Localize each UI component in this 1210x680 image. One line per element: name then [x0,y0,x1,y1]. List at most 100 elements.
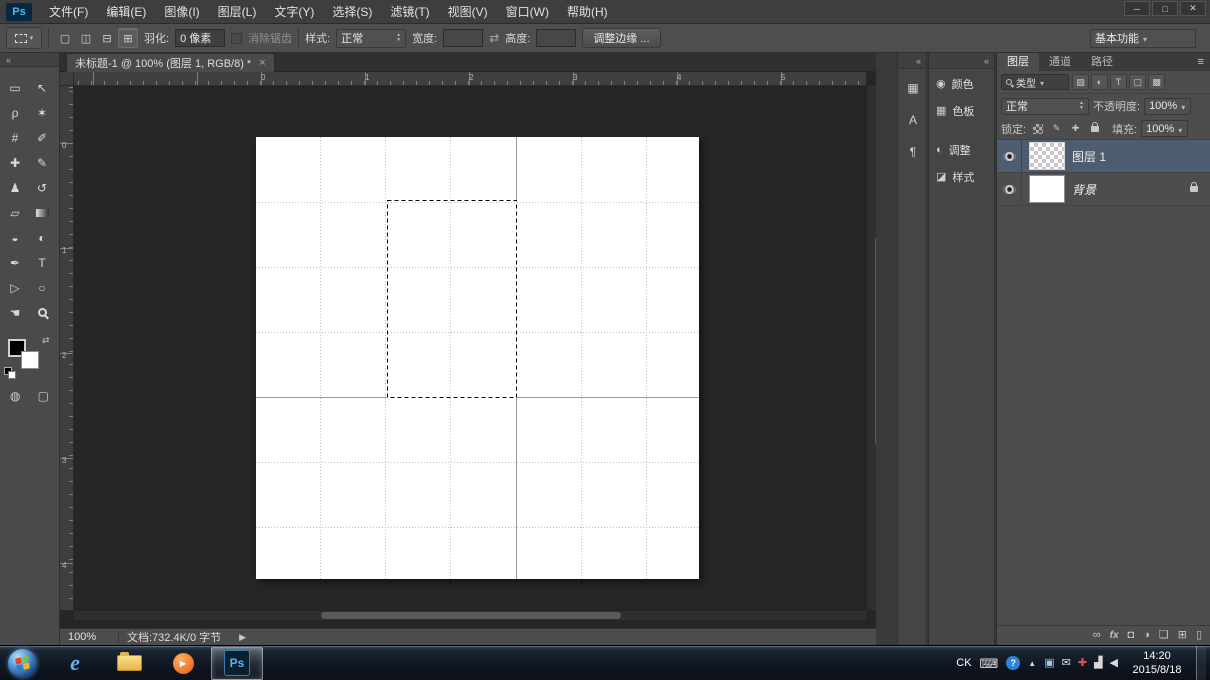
menu-item[interactable]: 图层(L) [209,0,266,24]
new-selection-button[interactable]: ▢ [55,28,75,48]
volume-tray-icon[interactable]: ◀ [1110,658,1118,669]
collapse-panels-button[interactable]: « [898,53,926,69]
zoom-tool[interactable] [29,300,56,325]
menu-item[interactable]: 帮助(H) [558,0,617,24]
menu-item[interactable]: 选择(S) [323,0,381,24]
taskbar-clock[interactable]: 14:20 2015/8/18 [1126,649,1188,678]
panel-tab[interactable]: 通道 [1039,53,1081,71]
canvas-viewport[interactable] [74,86,866,610]
photoshop-taskbar-button[interactable]: Ps [211,647,263,680]
lock-position-button[interactable]: ✚ [1068,121,1083,136]
file-explorer-button[interactable] [103,647,155,680]
toolbar-collapse-button[interactable]: « [0,53,59,67]
zoom-level[interactable]: 100% [68,631,110,643]
add-to-selection-button[interactable]: ◫ [76,28,96,48]
eyedropper-tool[interactable]: ✐ [29,125,56,150]
visibility-toggle[interactable] [997,173,1022,206]
ellipse-tool[interactable]: ○ [29,275,56,300]
internet-explorer-button[interactable]: e [49,647,101,680]
style-dropdown[interactable]: 正常 [336,29,406,48]
input-method-indicator[interactable]: CK [956,657,971,669]
type-tool[interactable]: T [29,250,56,275]
menu-item[interactable]: 文件(F) [40,0,97,24]
filter-type-dropdown[interactable]: 类型 [1001,74,1069,90]
panel-tab[interactable]: 路径 [1081,53,1123,71]
pen-tool[interactable]: ✒ [2,250,29,275]
styles-panel-button[interactable]: ◪ 样式 [929,164,994,189]
adjustment-layer-icon[interactable]: ◑ [1143,630,1150,641]
minimize-button[interactable]: ─ [1124,1,1150,16]
background-color-swatch[interactable] [21,351,39,369]
history-brush-tool[interactable]: ↺ [29,175,56,200]
new-group-icon[interactable]: ❏ [1159,630,1169,641]
filter-type-layers-icon[interactable]: T [1110,74,1127,90]
quick-mask-button[interactable]: ◍ [10,389,20,403]
adjustments-panel-button[interactable]: ◐ 调整 [929,137,994,162]
filter-pixel-layers-icon[interactable]: ▨ [1072,74,1089,90]
add-layer-mask-icon[interactable]: ◘ [1128,630,1135,641]
fill-dropdown[interactable]: 100% [1141,120,1188,137]
dodge-tool[interactable]: ◐ [29,225,56,250]
brush-panel-icon[interactable]: ▦ [898,75,928,101]
swap-colors-icon[interactable]: ⇄ [42,335,50,346]
tool-preset-dropdown[interactable]: ▾ [6,27,42,49]
keyboard-icon[interactable]: ⌨ [980,657,999,670]
refine-edge-button[interactable]: 调整边缘 ... [582,28,660,48]
default-colors-icon[interactable] [4,367,14,377]
message-tray-icon[interactable]: ✉ [1062,658,1071,669]
lasso-tool[interactable]: ρ [2,100,29,125]
scrollbar-thumb[interactable] [321,612,621,619]
crop-tool[interactable]: # [2,125,29,150]
close-tab-icon[interactable]: × [259,57,265,69]
height-input[interactable] [536,29,576,47]
antialias-checkbox[interactable] [231,33,242,44]
layer-style-icon[interactable]: fx [1110,631,1119,641]
gradient-tool[interactable] [29,200,56,225]
hand-tool[interactable]: ☚ [2,300,29,325]
panel-tab[interactable]: 图层 [997,53,1039,71]
panel-menu-icon[interactable]: ≡ [1198,53,1204,71]
link-layers-icon[interactable]: ∞ [1093,630,1101,641]
intersect-selection-button[interactable]: ⊞ [118,28,138,48]
opacity-dropdown[interactable]: 100% [1144,98,1191,115]
new-layer-icon[interactable]: ⊞ [1178,630,1187,641]
close-button[interactable]: ✕ [1180,1,1206,16]
eraser-tool[interactable]: ▱ [2,200,29,225]
magic-wand-tool[interactable]: ✶ [29,100,56,125]
canvas[interactable] [256,137,699,579]
menu-item[interactable]: 视图(V) [439,0,497,24]
start-button[interactable] [8,649,37,678]
move-tool[interactable]: ↖ [29,75,56,100]
swatches-panel-button[interactable]: ▦ 色板 [929,98,994,123]
vertical-scrollbar[interactable] [866,86,876,610]
media-tray-icon[interactable]: ▣ [1044,658,1054,669]
clone-stamp-tool[interactable]: ♟ [2,175,29,200]
swap-dimensions-icon[interactable]: ⇄ [489,31,499,45]
layer-row[interactable]: 图层 1 [997,140,1210,173]
spot-healing-brush-tool[interactable]: ✚ [2,150,29,175]
path-selection-tool[interactable]: ▷ [2,275,29,300]
subtract-from-selection-button[interactable]: ⊟ [97,28,117,48]
layer-thumbnail[interactable] [1029,142,1065,170]
rectangular-marquee-tool[interactable]: ▭ [2,75,29,100]
collapse-panels-button[interactable]: « [929,53,994,69]
help-icon[interactable]: ? [1006,656,1020,670]
media-player-button[interactable]: ▶ [157,647,209,680]
character-panel-icon[interactable]: A [898,107,928,133]
lock-transparency-button[interactable] [1030,121,1045,136]
maximize-button[interactable]: □ [1152,1,1178,16]
filter-smart-objects-icon[interactable]: ▩ [1148,74,1165,90]
status-menu-arrow[interactable]: ▶ [239,632,246,643]
show-desktop-button[interactable] [1196,646,1206,680]
show-hidden-icons-button[interactable]: ▲ [1028,659,1036,668]
layer-thumbnail[interactable] [1029,175,1065,203]
blur-tool[interactable]: ◒ [2,225,29,250]
layer-row[interactable]: 背景 [997,173,1210,206]
visibility-toggle[interactable] [997,140,1022,173]
document-tab[interactable]: 未标题-1 @ 100% (图层 1, RGB/8) * × [66,53,275,72]
security-tray-icon[interactable]: ✚ [1078,658,1087,669]
screen-mode-button[interactable]: ▢ [38,389,49,403]
menu-item[interactable]: 编辑(E) [97,0,155,24]
menu-item[interactable]: 图像(I) [155,0,208,24]
horizontal-scrollbar[interactable] [74,610,866,620]
